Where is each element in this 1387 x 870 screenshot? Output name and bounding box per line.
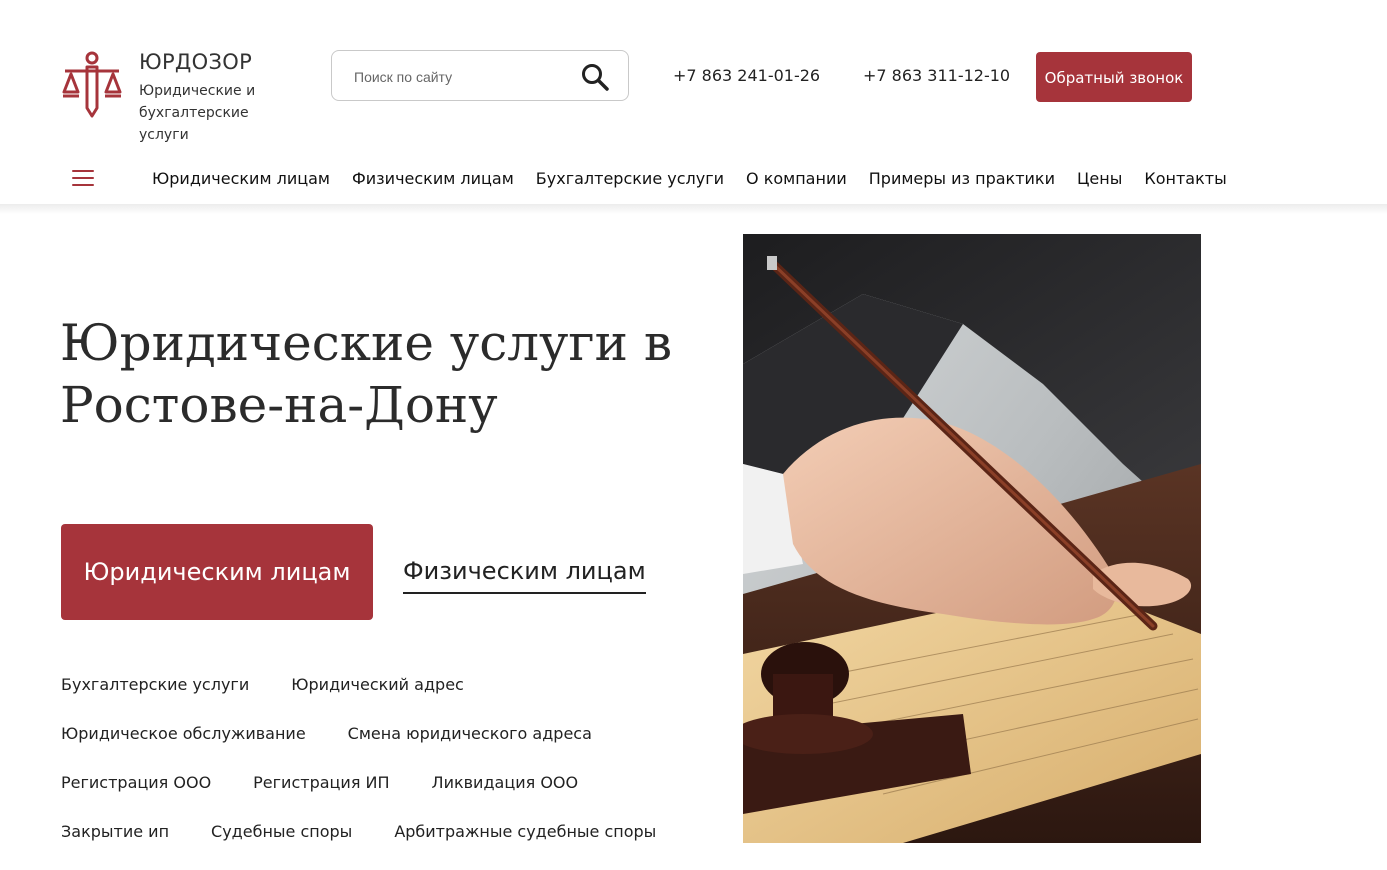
service-link-accounting[interactable]: Бухгалтерские услуги	[61, 674, 249, 723]
service-links: Бухгалтерские услуги Юридический адрес Ю…	[61, 674, 701, 870]
nav-item-legal-entities[interactable]: Юридическим лицам	[152, 168, 330, 190]
callback-button[interactable]: Обратный звонок	[1036, 52, 1192, 102]
individuals-tab-link[interactable]: Физическим лицам	[403, 554, 646, 594]
service-row: Бухгалтерские услуги Юридический адрес	[61, 674, 701, 723]
service-link-arbitration-disputes[interactable]: Арбитражные судебные споры	[394, 821, 656, 870]
scales-of-justice-icon	[62, 51, 122, 118]
hand-writing-with-pen-photo	[743, 234, 1201, 843]
service-link-address-change[interactable]: Смена юридического адреса	[348, 723, 592, 772]
nav-item-about[interactable]: О компании	[746, 168, 847, 190]
service-link-ie-registration[interactable]: Регистрация ИП	[253, 772, 389, 821]
hamburger-menu-icon[interactable]	[72, 170, 94, 186]
service-link-llc-registration[interactable]: Регистрация ООО	[61, 772, 211, 821]
nav-item-individuals[interactable]: Физическим лицам	[352, 168, 514, 190]
nav-item-contacts[interactable]: Контакты	[1144, 168, 1226, 190]
brand-tagline: Юридические и бухгалтерские услуги	[139, 83, 256, 143]
nav-divider	[0, 204, 1387, 214]
search-box	[331, 50, 629, 101]
site-logo[interactable]: ЮРДОЗОР Юридические и бухгалтерские услу…	[61, 50, 301, 143]
nav-item-accounting[interactable]: Бухгалтерские услуги	[536, 168, 724, 190]
service-link-legal-support[interactable]: Юридическое обслуживание	[61, 723, 306, 772]
service-link-legal-address[interactable]: Юридический адрес	[291, 674, 464, 723]
page-title: Юридические услуги в Ростове-на-Дону	[60, 314, 672, 434]
phone-link-1[interactable]: +7 863 241-01-26	[673, 66, 820, 85]
service-link-court-disputes[interactable]: Судебные споры	[211, 821, 352, 870]
nav-item-prices[interactable]: Цены	[1077, 168, 1122, 190]
phone-link-2[interactable]: +7 863 311-12-10	[863, 66, 1010, 85]
service-row: Закрытие ип Судебные споры Арбитражные с…	[61, 821, 701, 870]
service-row: Юридическое обслуживание Смена юридическ…	[61, 723, 701, 772]
main-navigation: Юридическим лицам Физическим лицам Бухга…	[152, 168, 1249, 190]
service-row: Регистрация ООО Регистрация ИП Ликвидаци…	[61, 772, 701, 821]
search-input[interactable]	[352, 63, 576, 91]
legal-entities-button[interactable]: Юридическим лицам	[61, 524, 373, 620]
nav-item-cases[interactable]: Примеры из практики	[869, 168, 1055, 190]
brand-name: ЮРДОЗОР	[139, 50, 253, 74]
service-link-ie-closure[interactable]: Закрытие ип	[61, 821, 169, 870]
service-link-llc-liquidation[interactable]: Ликвидация ООО	[432, 772, 579, 821]
search-icon[interactable]	[580, 63, 610, 91]
